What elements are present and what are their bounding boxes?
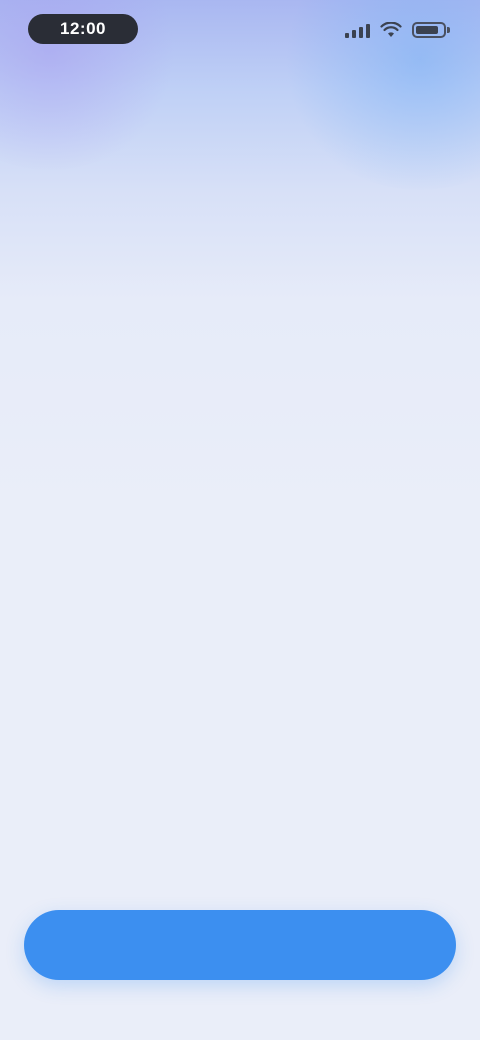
signal-icon xyxy=(345,22,370,38)
status-icons xyxy=(345,16,450,44)
wifi-icon xyxy=(380,22,402,37)
battery-level-fill xyxy=(416,26,439,34)
app-screen: 12:00 xyxy=(0,0,480,1040)
primary-action-button[interactable] xyxy=(24,910,456,980)
status-time: 12:00 xyxy=(28,14,138,44)
battery-icon xyxy=(412,22,450,38)
status-bar: 12:00 xyxy=(0,0,480,60)
